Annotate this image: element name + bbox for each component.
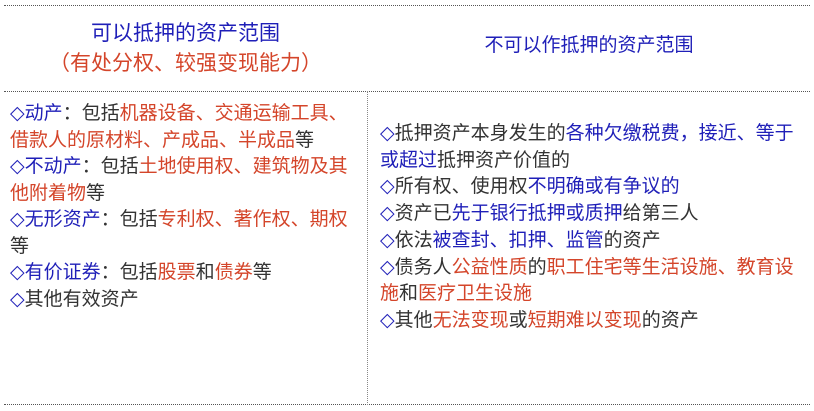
item-text-segment: 动产 bbox=[24, 102, 63, 124]
right-column-header: 不可以作抵押的资产范围 bbox=[368, 30, 810, 60]
item-text-segment: 股票 bbox=[157, 261, 196, 283]
item-text-segment: 专利权、著作权、期权 bbox=[157, 208, 348, 230]
non-mortgageable-asset-item: ◇资产已先于银行抵押或质押给第三人 bbox=[380, 200, 800, 227]
diamond-bullet-icon: ◇ bbox=[380, 202, 395, 225]
item-text-segment: 资产已 bbox=[394, 202, 452, 225]
item-text-segment: 不明确或有争议的 bbox=[527, 175, 680, 198]
item-text-segment: 债券 bbox=[214, 261, 253, 283]
item-text-segment: 抵押资产本身发生的 bbox=[394, 122, 566, 144]
mortgageable-asset-item: ◇动产：包括机器设备、交通运输工具、借款人的原材料、产成品、半成品等 bbox=[10, 100, 362, 153]
item-text-segment: 所有权、使用权 bbox=[394, 175, 528, 198]
item-text-segment: 的 bbox=[527, 255, 547, 278]
non-mortgageable-asset-item: ◇抵押资产本身发生的各种欠缴税费，接近、等于或超过抵押资产价值的 bbox=[380, 120, 800, 173]
item-text-segment: 等 bbox=[295, 128, 315, 151]
item-text-segment: 公益性质 bbox=[451, 255, 528, 278]
non-mortgageable-asset-item: ◇依法被查封、扣押、监管的资产 bbox=[380, 227, 800, 254]
item-text-segment: 和 bbox=[195, 261, 215, 283]
item-text-segment: 的资产 bbox=[641, 308, 699, 331]
mortgageable-asset-item: ◇其他有效资产 bbox=[10, 286, 362, 313]
item-text-segment: 依法 bbox=[394, 228, 433, 251]
item-text-segment: ：包括 bbox=[100, 261, 158, 283]
item-text-segment: 无形资产 bbox=[24, 208, 101, 230]
comparison-table: 可以抵押的资产范围 （有处分权、较强变现能力） 不可以作抵押的资产范围 ◇动产：… bbox=[0, 0, 814, 411]
item-text-segment: 抵押资产价值的 bbox=[437, 148, 571, 171]
right-column-title: 不可以作抵押的资产范围 bbox=[484, 34, 694, 56]
diamond-bullet-icon: ◇ bbox=[10, 287, 25, 310]
item-text-segment: 有价证券 bbox=[24, 261, 101, 283]
diamond-bullet-icon: ◇ bbox=[10, 208, 25, 230]
item-text-segment: 先于银行抵押或质押 bbox=[451, 202, 623, 225]
item-text-segment: 其他 bbox=[394, 308, 433, 331]
item-text-segment: 等 bbox=[86, 181, 106, 204]
diamond-bullet-icon: ◇ bbox=[380, 122, 395, 144]
header-divider bbox=[4, 91, 810, 92]
left-column-header: 可以抵押的资产范围 （有处分权、较强变现能力） bbox=[4, 12, 367, 88]
item-text-segment: 和 bbox=[399, 282, 419, 305]
item-text-segment: 或 bbox=[508, 308, 528, 331]
diamond-bullet-icon: ◇ bbox=[380, 228, 395, 251]
table-top-border bbox=[4, 5, 810, 6]
item-text-segment: 等 bbox=[252, 261, 272, 283]
table-bottom-border bbox=[4, 404, 810, 405]
item-text-segment: ：包括 bbox=[81, 155, 139, 177]
item-text-segment: 被查封、扣押、监管 bbox=[432, 228, 604, 251]
column-divider bbox=[367, 91, 368, 405]
mortgageable-asset-item: ◇无形资产：包括专利权、著作权、期权等 bbox=[10, 206, 362, 259]
item-text-segment: 医疗卫生设施 bbox=[418, 282, 533, 305]
diamond-bullet-icon: ◇ bbox=[380, 308, 395, 331]
left-column-subtitle: （有处分权、较强变现能力） bbox=[49, 51, 322, 75]
item-text-segment: ：包括 bbox=[62, 102, 120, 124]
mortgageable-asset-item: ◇不动产：包括土地使用权、建筑物及其他附着物等 bbox=[10, 153, 362, 206]
non-mortgageable-asset-item: ◇所有权、使用权不明确或有争议的 bbox=[380, 173, 800, 200]
diamond-bullet-icon: ◇ bbox=[380, 175, 395, 198]
item-text-segment: 短期难以变现 bbox=[527, 308, 642, 331]
mortgageable-assets-list: ◇动产：包括机器设备、交通运输工具、借款人的原材料、产成品、半成品等 ◇不动产：包… bbox=[10, 100, 362, 312]
item-text-segment: 无法变现 bbox=[432, 308, 509, 331]
left-column-title: 可以抵押的资产范围 bbox=[91, 21, 280, 45]
diamond-bullet-icon: ◇ bbox=[380, 255, 395, 278]
mortgageable-asset-item: ◇有价证券：包括股票和债券等 bbox=[10, 259, 362, 286]
item-text-segment: 等 bbox=[10, 234, 30, 257]
item-text-segment: ：包括 bbox=[100, 208, 158, 230]
item-text-segment: 的资产 bbox=[603, 228, 661, 251]
item-text-segment: 不动产 bbox=[24, 155, 82, 177]
item-text-segment: 其他有效资产 bbox=[24, 287, 139, 310]
item-text-segment: 给第三人 bbox=[622, 202, 699, 225]
non-mortgageable-asset-item: ◇债务人公益性质的职工住宅等生活设施、教育设施和医疗卫生设施 bbox=[380, 254, 800, 307]
non-mortgageable-asset-item: ◇其他无法变现或短期难以变现的资产 bbox=[380, 307, 800, 334]
diamond-bullet-icon: ◇ bbox=[10, 261, 25, 283]
diamond-bullet-icon: ◇ bbox=[10, 102, 25, 124]
item-text-segment: 债务人 bbox=[394, 255, 452, 278]
diamond-bullet-icon: ◇ bbox=[10, 155, 25, 177]
non-mortgageable-assets-list: ◇抵押资产本身发生的各种欠缴税费，接近、等于或超过抵押资产价值的 ◇所有权、使用权… bbox=[380, 120, 800, 334]
